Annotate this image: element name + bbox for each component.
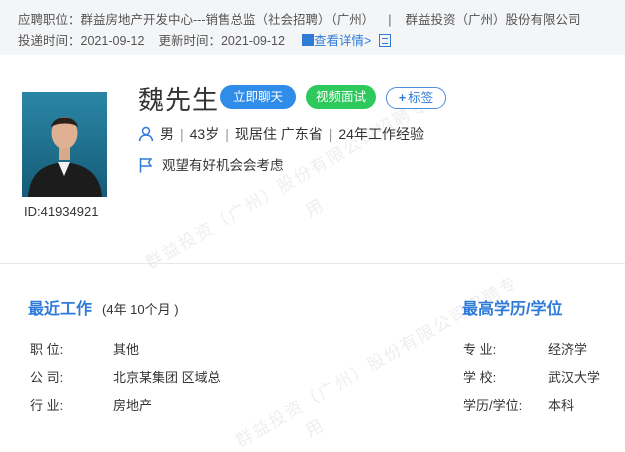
video-interview-button[interactable]: 视频面试 [306, 85, 376, 109]
age: 43岁 [189, 126, 220, 142]
watermark: 用 [302, 414, 329, 441]
updated-date: 2021-09-12 [220, 34, 285, 48]
edu-school-value: 武汉大学 [548, 370, 601, 385]
position-label: 应聘职位： [18, 13, 81, 27]
gender: 男 [160, 126, 174, 142]
edu-major-label: 专 业: [463, 342, 497, 357]
company-name: 群益投资（广州）股份有限公司 [405, 13, 581, 27]
candidate-id: ID:41934921 [24, 204, 99, 219]
edu-degree-value: 本科 [548, 398, 575, 413]
delivered-label: 投递时间： [18, 34, 81, 48]
edu-degree-label: 学历/学位: [463, 398, 523, 413]
watermark: 群益投资（广州）股份有限公司招聘专 [142, 94, 432, 273]
delivered-date: 2021-09-12 [80, 34, 145, 48]
work-company-label: 公 司: [30, 370, 64, 385]
residence: 现居住 广东省 [234, 126, 323, 142]
watermark: 用 [302, 194, 329, 221]
application-time-line: 投递时间：2021-09-12 更新时间：2021-09-12 查看详情> [18, 30, 392, 49]
candidate-name: 魏先生 [138, 85, 220, 115]
job-seeking-status: 观望有好机会会考虑 [138, 154, 284, 174]
section-divider [0, 263, 625, 264]
application-position-line: 应聘职位：群益房地产开发中心---销售总监（社会招聘）（广州） | 群益投资（广州）… [18, 9, 581, 28]
flag-icon [139, 158, 153, 173]
recent-work-heading: 最近工作 (4年 10个月 ) [28, 301, 179, 318]
education-heading: 最高学历/学位 [462, 301, 563, 318]
candidate-photo [22, 92, 107, 197]
work-position-label: 职 位: [30, 342, 64, 357]
edu-major-value: 经济学 [548, 342, 588, 357]
user-icon [138, 126, 154, 142]
work-industry-label: 行 业: [30, 398, 64, 413]
application-info-bar: 应聘职位：群益房地产开发中心---销售总监（社会招聘）（广州） | 群益投资（广州）… [0, 0, 625, 55]
work-company-value: 北京某集团 区域总 [113, 370, 221, 385]
chat-now-button[interactable]: 立即聊天 [220, 85, 296, 109]
add-tag-button[interactable]: + 标签 [386, 87, 446, 109]
position-value: 群益房地产开发中心---销售总监（社会招聘）（广州） [80, 13, 375, 27]
work-position-value: 其他 [113, 342, 140, 357]
updated-label: 更新时间： [158, 34, 221, 48]
document-icon[interactable] [379, 34, 392, 47]
work-industry-value: 房地产 [113, 398, 153, 413]
separator: | [388, 13, 392, 27]
job-status-text: 观望有好机会会考虑 [162, 158, 284, 173]
plus-icon: + [398, 91, 407, 105]
recent-work-duration: (4年 10个月 ) [102, 302, 179, 317]
candidate-basic-info: 男 | 43岁 | 现居住 广东省 | 24年工作经验 [138, 124, 424, 144]
detail-icon[interactable] [301, 34, 314, 46]
view-details-link[interactable]: 查看详情> [314, 34, 371, 48]
work-experience: 24年工作经验 [338, 126, 424, 142]
tag-label: 标签 [408, 91, 434, 105]
edu-school-label: 学 校: [463, 370, 497, 385]
